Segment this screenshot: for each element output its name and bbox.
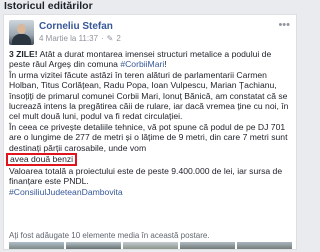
hashtag-consiliul[interactable]: #ConsiliulJudeteanDambovita bbox=[9, 187, 123, 197]
photo-thumbnail[interactable] bbox=[66, 242, 121, 249]
edit-count[interactable]: 2 bbox=[116, 34, 120, 43]
post-paragraph-3: În ceea ce privește detaliile tehnice, v… bbox=[9, 121, 288, 153]
post-body: 3 ZILE! Atât a durat montarea imensei st… bbox=[6, 49, 293, 197]
author-name[interactable]: Corneliu Stefan bbox=[39, 21, 113, 32]
post-meta: 4 Martie la 11:37 · ✎ 2 bbox=[39, 34, 121, 43]
section-title: Istoricul editărilor bbox=[0, 0, 299, 14]
headline-bold: 3 ZILE! bbox=[9, 49, 38, 59]
photo-thumbnail[interactable] bbox=[9, 242, 64, 249]
avatar-head bbox=[17, 24, 26, 34]
photo-thumbnail[interactable] bbox=[180, 242, 235, 249]
post-paragraph-5: #ConsiliulJudeteanDambovita bbox=[9, 187, 293, 197]
avatar[interactable] bbox=[9, 20, 34, 45]
photo-strip bbox=[9, 242, 292, 249]
post-paragraph-4: Valoarea totală a proiectului este de pe… bbox=[9, 166, 283, 187]
headline-end: ! bbox=[164, 59, 167, 70]
more-options-icon[interactable]: ••• bbox=[278, 19, 290, 31]
meta-separator: · bbox=[101, 34, 104, 43]
highlighted-text: avea două benzi bbox=[6, 153, 78, 167]
avatar-body bbox=[12, 34, 31, 45]
photo-thumbnail[interactable] bbox=[237, 242, 292, 249]
post-card: Corneliu Stefan 4 Martie la 11:37 · ✎ 2 … bbox=[3, 14, 297, 250]
pencil-icon[interactable]: ✎ bbox=[107, 34, 114, 43]
media-added-note: Ați fost adăugate 10 elemente media în a… bbox=[9, 231, 210, 240]
post-paragraph-2: În urma vizitei făcute astăzi în teren a… bbox=[9, 69, 289, 122]
photo-thumbnail[interactable] bbox=[123, 242, 178, 249]
timestamp[interactable]: 4 Martie la 11:37 bbox=[39, 34, 98, 43]
post-paragraph-1: 3 ZILE! Atât a durat montarea imensei st… bbox=[9, 49, 293, 70]
hashtag-corbii-mari[interactable]: #CorbiiMari bbox=[120, 59, 164, 69]
post-paragraph-highlight: avea două benzi bbox=[6, 153, 293, 167]
